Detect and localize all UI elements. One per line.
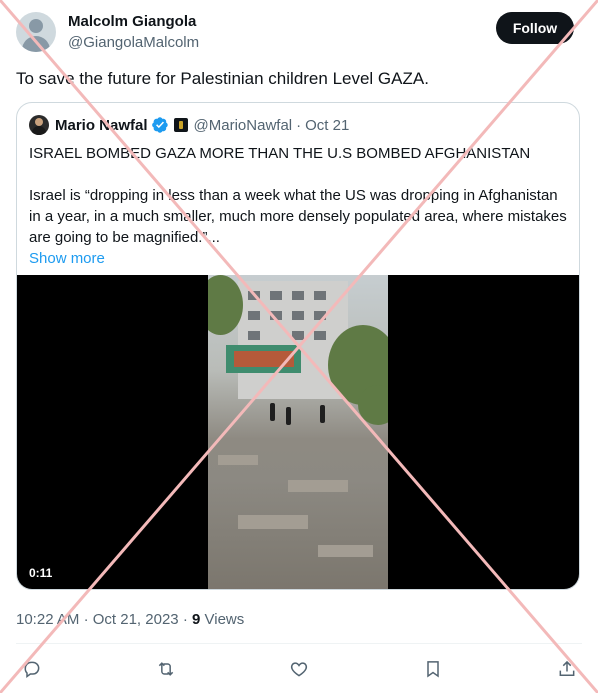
share-button[interactable] — [555, 657, 579, 681]
person-1 — [270, 403, 275, 421]
quote-avatar-body — [32, 126, 46, 135]
share-icon — [559, 660, 575, 676]
quote-separator: · — [296, 116, 302, 134]
tweet-text: To save the future for Palestinian child… — [16, 69, 429, 88]
quote-avatar-head — [35, 118, 43, 126]
bookmark-button[interactable] — [421, 657, 445, 681]
default-avatar-head — [29, 19, 43, 33]
person-3 — [286, 407, 291, 425]
verified-badge-icon — [151, 117, 168, 133]
like-button[interactable] — [287, 657, 311, 681]
affiliation-badge-icon — [173, 118, 188, 132]
views-count: 9 — [191, 611, 201, 628]
retweet-button[interactable] — [154, 657, 178, 681]
quote-author-avatar[interactable] — [29, 115, 49, 135]
rubble-1 — [218, 455, 258, 465]
author-avatar[interactable] — [16, 12, 56, 52]
follow-button[interactable]: Follow — [496, 12, 574, 44]
tree-right-low — [358, 385, 388, 425]
like-icon — [290, 662, 308, 677]
rubble-4 — [318, 545, 373, 557]
tweet-date[interactable]: Oct 21, 2023 — [93, 611, 179, 628]
quote-header: Mario Nawfal @MarioNawfal · Oct 21 — [55, 116, 349, 134]
tweet-meta: 10:22 AM · Oct 21, 2023 · 9 Views — [16, 611, 244, 628]
bookmark-icon — [427, 661, 439, 678]
quoted-tweet[interactable]: Mario Nawfal @MarioNawfal · Oct 21 ISRAE… — [16, 102, 580, 590]
author-handle[interactable]: @GiangolaMalcolm — [68, 34, 199, 51]
person-2 — [320, 405, 325, 423]
reply-button[interactable] — [20, 657, 44, 681]
author-name[interactable]: Malcolm Giangola — [68, 13, 196, 30]
quote-paragraph: Israel is “dropping in less than a week … — [29, 187, 567, 246]
default-avatar-body — [22, 36, 50, 52]
retweet-icon — [158, 662, 174, 676]
quote-body: ISRAEL BOMBED GAZA MORE THAN THE U.S BOM… — [29, 143, 569, 269]
rubble-2 — [288, 480, 348, 492]
show-more-link[interactable]: Show more — [29, 248, 569, 269]
divider — [16, 643, 582, 644]
meta-separator: · — [83, 611, 89, 628]
quote-author-name[interactable]: Mario Nawfal — [55, 117, 148, 134]
meta-separator: · — [182, 611, 188, 628]
video-frame — [208, 275, 388, 589]
quote-author-handle[interactable]: @MarioNawfal — [194, 117, 293, 134]
quote-headline: ISRAEL BOMBED GAZA MORE THAN THE U.S BOM… — [29, 145, 531, 162]
views-label: Views — [204, 611, 245, 628]
tweet: Malcolm Giangola @GiangolaMalcolm Follow… — [0, 0, 598, 693]
banner-center — [234, 351, 294, 367]
rubble-3 — [238, 515, 308, 529]
video-timer: 0:11 — [29, 566, 53, 580]
tweet-time[interactable]: 10:22 AM — [16, 611, 79, 628]
reply-icon — [24, 661, 40, 678]
quote-date[interactable]: Oct 21 — [305, 117, 349, 134]
video-player[interactable]: 0:11 — [17, 275, 579, 589]
